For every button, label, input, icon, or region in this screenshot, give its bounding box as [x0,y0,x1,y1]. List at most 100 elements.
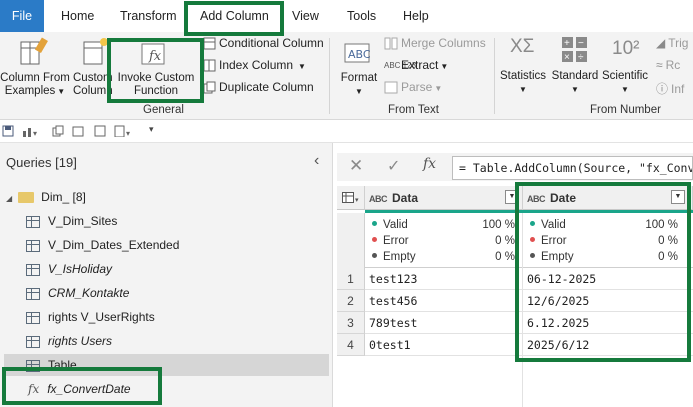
query-group-dim[interactable]: ◢ Dim_ [8] [6,186,86,208]
column-from-examples-button[interactable]: Column From Examples ▼ [0,72,70,98]
table-cell-date[interactable]: 6.12.2025 [523,312,693,334]
row-number[interactable]: 4 [337,334,365,356]
quality-error-date: Error 0 % [523,233,678,249]
quality-empty-data: Empty 0 % [365,249,515,265]
column-header-date[interactable]: ABC Date ▼ [523,186,693,210]
ribbon-separator [329,38,330,114]
statistics-icon: XΣ [510,36,535,57]
table-cell-data[interactable]: 0test1 [365,334,523,356]
column-header-data[interactable]: ABC Data ▼ [365,186,523,210]
table-icon [26,215,40,228]
query-item-v-isholiday[interactable]: V_IsHoliday [26,258,112,280]
merge-columns-button[interactable]: Merge Columns [384,36,486,50]
parse-label: Parse [401,80,433,94]
row-gutter [337,213,365,268]
table-cell-date[interactable]: 06-12-2025 [523,268,693,290]
table-cell-date[interactable]: 2025/6/12 [523,334,693,356]
extract-button[interactable]: ABC 123Extract ▼ [384,58,448,72]
query-item-rights-v-userrights[interactable]: rights V_UserRights [26,306,155,328]
statistics-button[interactable]: Statistics ▼ [497,70,549,96]
text-type-icon[interactable]: ABC [369,194,388,204]
row-number[interactable]: 2 [337,290,365,312]
query-item-table[interactable]: Table [4,354,329,376]
standard-button[interactable]: Standard ▼ [549,70,601,96]
filter-dropdown-icon[interactable]: ▼ [671,190,685,204]
invoke-custom-function-button[interactable]: Invoke Custom Function [112,72,200,98]
svg-text:÷: ÷ [578,52,584,63]
index-column-button[interactable]: Index Column ▼ [203,58,306,72]
merge-columns-label: Merge Columns [401,36,486,50]
filter-dropdown-icon[interactable]: ▼ [505,190,519,204]
group-label-from-text: From Text [388,104,439,116]
table-options-button[interactable]: ▾ [337,186,365,210]
formula-input[interactable]: = Table.AddColumn(Source, "fx_Conve [452,156,693,180]
svg-text:▾: ▾ [33,129,37,137]
conditional-column-icon [203,37,216,50]
save-icon[interactable] [2,125,14,137]
text-type-icon[interactable]: ABC [527,194,546,204]
scientific-button[interactable]: Scientific ▼ [601,70,649,96]
empty-dot-icon [372,253,377,259]
column-from-examples-label-2: Examples [4,85,56,97]
cancel-icon[interactable]: ✕ [349,156,363,176]
chevron-down-icon: ▼ [571,85,579,94]
conditional-column-button[interactable]: Conditional Column [203,36,324,50]
conditional-column-label: Conditional Column [219,36,324,50]
paste-icon[interactable] [72,125,84,137]
collapse-pane-icon[interactable]: ‹ [314,152,319,170]
tab-add-column[interactable]: Add Column [200,0,269,32]
format-button[interactable]: Format ▼ [337,72,381,98]
table-cell-data[interactable]: test456 [365,290,523,312]
table-cell-date[interactable]: 12/6/2025 [523,290,693,312]
tab-home[interactable]: Home [61,0,94,32]
standard-label: Standard [551,70,599,82]
customize-toolbar-icon[interactable]: ▾ [149,124,154,135]
group-label-from-number: From Number [590,104,661,116]
rounding-label: Rc [665,58,681,72]
query-item-rights-users[interactable]: rights Users [26,330,112,352]
chevron-down-icon: ▼ [298,62,306,71]
column-chart-icon[interactable]: ▾ [22,125,42,137]
chevron-down-icon: ▼ [57,87,66,96]
query-item-fx-convertdate[interactable]: fx fx_ConvertDate [28,378,131,400]
expand-triangle-icon[interactable]: ◢ [6,194,12,203]
table-cell-data[interactable]: 789test [365,312,523,334]
table-icon [26,359,40,372]
duplicate-column-button[interactable]: Duplicate Column [203,80,314,94]
custom-column-button[interactable]: Custom Column [73,72,113,98]
row-number[interactable]: 1 [337,268,365,290]
svg-text:▾: ▾ [126,129,130,137]
valid-dot-icon [530,221,535,227]
format-icon: ABC [344,43,371,63]
row-number[interactable]: 3 [337,312,365,334]
query-item-crm-kontakte[interactable]: CRM_Kontakte [26,282,129,304]
statistics-label: Statistics [499,70,546,82]
table-icon [26,239,40,252]
rounding-button[interactable]: ≈ Rc [656,58,680,72]
query-item-label: fx_ConvertDate [47,382,131,396]
confirm-icon[interactable]: ✓ [387,156,400,176]
quality-bar-date [523,210,693,213]
table-cell-data[interactable]: test123 [365,268,523,290]
tab-help[interactable]: Help [403,0,429,32]
information-button[interactable]: ⓘ Inf [656,80,684,97]
query-item-v-dim-sites[interactable]: V_Dim_Sites [26,210,117,232]
quality-empty-date: Empty 0 % [523,249,678,265]
tab-file[interactable]: File [0,0,44,32]
refresh-icon[interactable] [94,125,106,137]
tab-view[interactable]: View [292,0,319,32]
parse-button[interactable]: Parse ▼ [384,80,442,94]
fx-label[interactable]: fx [423,156,436,172]
copy-icon[interactable] [52,125,64,137]
column-from-examples-label-1: Column From [0,72,70,84]
query-item-label: V_IsHoliday [48,262,113,276]
query-item-v-dim-dates-extended[interactable]: V_Dim_Dates_Extended [26,234,179,256]
ribbon-separator [494,38,495,114]
document-icon[interactable]: ▾ [114,125,134,137]
query-item-label: rights Users [48,334,113,348]
trigonometry-button[interactable]: ◢ Trig [656,36,688,50]
error-dot-icon [372,237,377,243]
information-icon: ⓘ [656,82,669,96]
tab-transform[interactable]: Transform [120,0,177,32]
tab-tools[interactable]: Tools [347,0,376,32]
